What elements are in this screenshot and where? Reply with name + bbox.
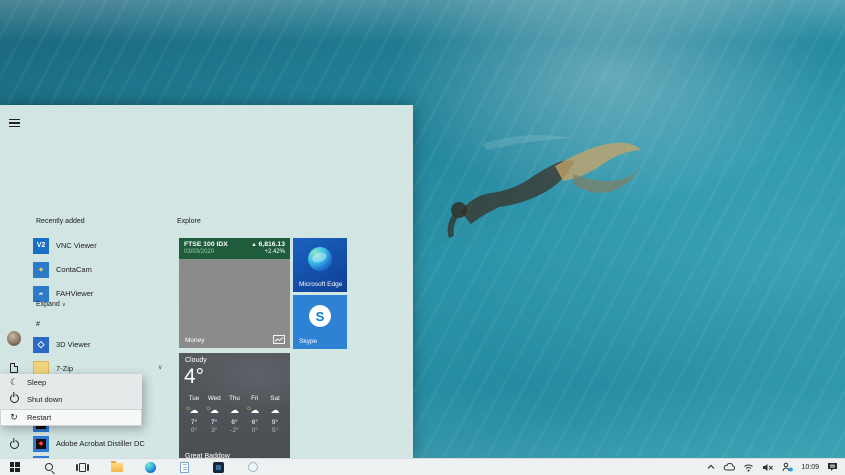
- app-row-fahviewer[interactable]: ◓ FAHViewer: [33, 285, 175, 302]
- ftse-date: 03/03/2020: [184, 249, 215, 255]
- network-tray-button[interactable]: [743, 463, 754, 472]
- acrobat-distiller-icon: ◆: [33, 435, 49, 452]
- desktop: Recently added V2 VNC Viewer ✦ ContaCam …: [0, 0, 845, 475]
- shut-down-icon: [9, 394, 19, 405]
- water-surface: [0, 0, 845, 42]
- shut-down-menu-item[interactable]: Shut down: [0, 391, 142, 408]
- ftse-index-name: FTSE 100 IDX: [184, 241, 228, 248]
- edge-logo-icon: [308, 247, 332, 271]
- microsoft-edge-tile[interactable]: Microsoft Edge: [293, 238, 347, 292]
- money-tile-label: Money: [185, 337, 205, 344]
- section-header-hash[interactable]: #: [36, 321, 40, 328]
- power-icon: [9, 439, 19, 449]
- tray-chevron-up-button[interactable]: [707, 464, 715, 470]
- 3d-viewer-icon: ◇: [33, 336, 49, 353]
- power-flyout-menu: ☾ Sleep Shut down ↻ Restart: [0, 374, 142, 426]
- app-row-3d-viewer[interactable]: ◇ 3D Viewer: [33, 336, 175, 353]
- onedrive-tray-button[interactable]: [723, 463, 736, 471]
- app-row-vnc-viewer[interactable]: V2 VNC Viewer: [33, 237, 175, 254]
- forecast-day: Fri ☼ ☁ 6° 0°: [246, 395, 264, 434]
- contacam-icon: ✦: [33, 261, 49, 278]
- task-view-icon: [76, 462, 89, 472]
- user-account-button[interactable]: [7, 330, 21, 346]
- weather-sun-cloud-rain-icon: ☼ ☁,,: [205, 405, 219, 422]
- expand-chevron-icon: ∨: [61, 302, 66, 308]
- notepad-icon: [180, 461, 189, 473]
- volume-muted-icon: [763, 463, 774, 471]
- hamburger-icon: [8, 119, 20, 127]
- notepad-taskbar-button[interactable]: [178, 461, 191, 474]
- forecast-day: Tue ☼ ☁ 7° 0°: [185, 395, 203, 434]
- weather-sun-cloud-icon: ☼ ☁: [245, 405, 260, 415]
- forecast-day: Sat ☁ 9° 5°: [266, 395, 284, 434]
- skype-logo-icon: S: [309, 305, 331, 327]
- weather-cloud-icon: ☁: [270, 405, 280, 415]
- money-tile-header: FTSE 100 IDX ▲ 6,816.13 03/03/2020 +2.42…: [179, 238, 290, 259]
- action-center-button[interactable]: [827, 462, 838, 472]
- restart-menu-item[interactable]: ↻ Restart: [0, 408, 142, 426]
- fahviewer-icon: ◓: [33, 285, 49, 302]
- sleep-icon: ☾: [9, 377, 19, 388]
- up-arrow-icon: ▲: [251, 242, 257, 248]
- dark-app-taskbar-button[interactable]: [212, 461, 225, 474]
- restart-icon: ↻: [10, 411, 18, 422]
- menu-button[interactable]: [7, 116, 21, 130]
- recently-added-header: Recently added: [36, 218, 85, 225]
- document-icon: [10, 363, 18, 373]
- ftse-change: +2.42%: [264, 249, 285, 255]
- weather-cloud-icon: ☁: [230, 405, 239, 415]
- weather-sun-cloud-icon: ☼ ☁: [185, 405, 199, 415]
- sleep-menu-item[interactable]: ☾ Sleep: [0, 374, 142, 391]
- forecast-day: Wed ☼ ☁,, 7° 3°: [205, 395, 223, 434]
- forecast-day: Thu ☁ 6° -2°: [226, 395, 244, 434]
- taskbar: 10:09: [0, 458, 845, 475]
- freediver-silhouette: [447, 135, 641, 238]
- money-tile[interactable]: FTSE 100 IDX ▲ 6,816.13 03/03/2020 +2.42…: [179, 238, 290, 348]
- action-center-icon: [828, 463, 837, 471]
- windows-logo-icon: [9, 462, 20, 472]
- tile-group-explore[interactable]: Explore: [177, 218, 201, 225]
- dark-app-icon: [213, 461, 224, 473]
- folder-icon: [110, 460, 123, 472]
- vnc-viewer-icon: V2: [33, 237, 49, 254]
- documents-button[interactable]: [7, 361, 21, 375]
- round-app-taskbar-button[interactable]: [246, 461, 259, 474]
- edge-icon: [145, 461, 156, 473]
- chevron-up-icon: [708, 464, 715, 469]
- user-avatar: [7, 330, 21, 346]
- app-row-acrobat-distiller[interactable]: ◆ Adobe Acrobat Distiller DC: [33, 435, 175, 452]
- file-explorer-button[interactable]: [110, 460, 123, 474]
- weather-tile[interactable]: Cloudy 4° Tue ☼ ☁ 7° 0° Wed ☼ ☁,, 7° 3° Th…: [179, 353, 290, 458]
- weather-forecast-row: Tue ☼ ☁ 7° 0° Wed ☼ ☁,, 7° 3° Thu ☁ 6° -2°: [185, 395, 284, 434]
- ftse-value: 6,816.13: [258, 241, 285, 248]
- task-view-button[interactable]: [76, 461, 89, 474]
- skype-tile[interactable]: S Skype: [293, 295, 347, 349]
- round-app-icon: [247, 462, 258, 472]
- power-button[interactable]: [7, 437, 21, 451]
- start-button[interactable]: [8, 461, 21, 474]
- edge-taskbar-button[interactable]: [144, 461, 157, 474]
- people-badge-icon: [782, 462, 794, 472]
- people-tray-button[interactable]: [782, 462, 794, 472]
- expand-toggle[interactable]: Expand ∨: [36, 301, 66, 308]
- chart-badge-icon: [273, 335, 285, 344]
- 7zip-chevron-icon[interactable]: ∨: [158, 364, 162, 371]
- search-button[interactable]: [42, 461, 55, 474]
- network-icon: [744, 464, 754, 472]
- volume-tray-button[interactable]: [762, 463, 774, 472]
- search-icon: [44, 463, 53, 471]
- weather-temperature: 4°: [184, 365, 205, 388]
- weather-condition: Cloudy: [185, 357, 207, 364]
- onedrive-cloud-icon: [724, 463, 736, 471]
- app-row-contacam[interactable]: ✦ ContaCam: [33, 261, 175, 278]
- skype-tile-label: Skype: [299, 338, 318, 345]
- clock[interactable]: 10:09: [801, 464, 819, 471]
- edge-tile-label: Microsoft Edge: [299, 281, 343, 288]
